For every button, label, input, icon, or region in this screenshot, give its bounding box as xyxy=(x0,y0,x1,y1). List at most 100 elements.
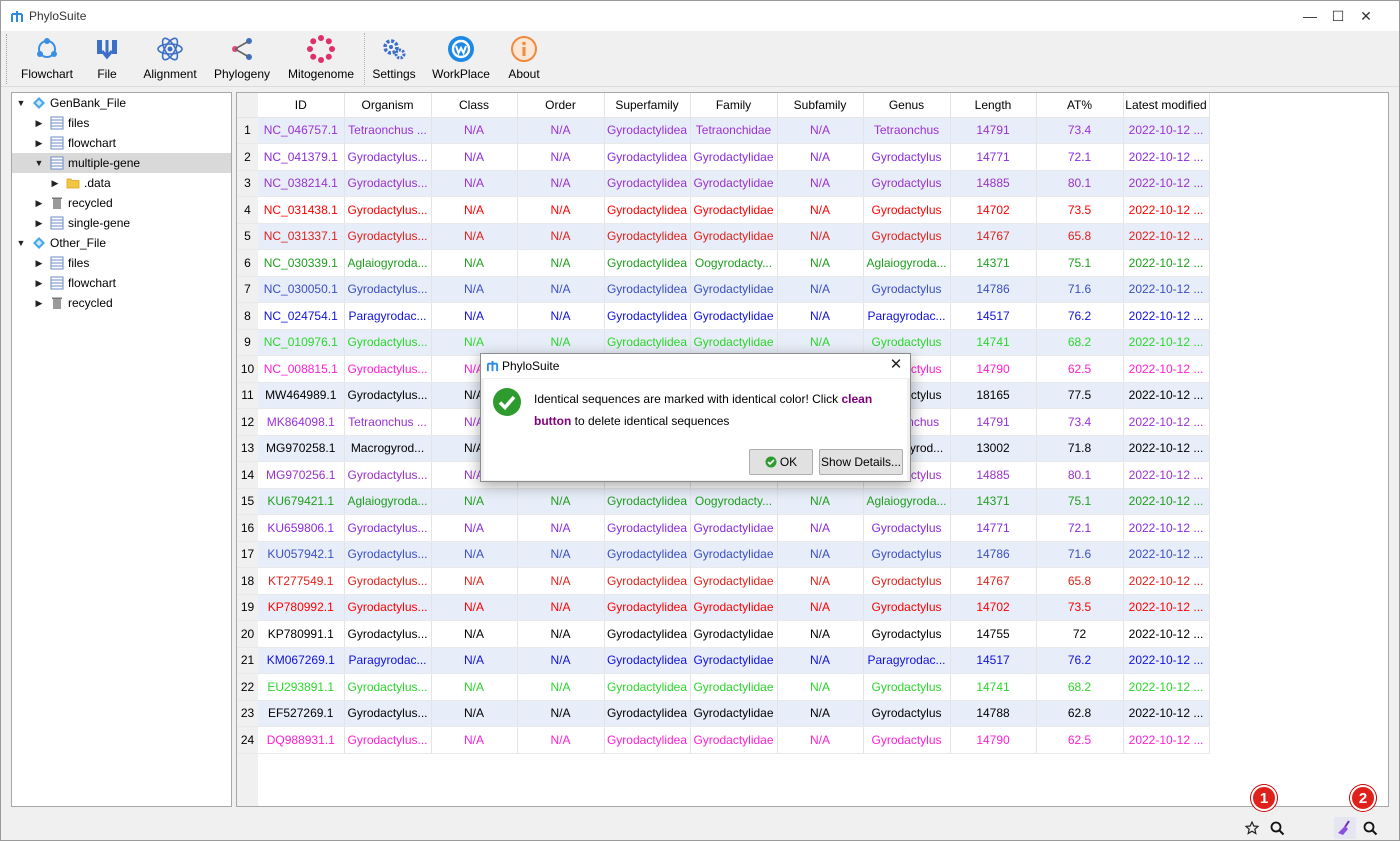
cell-length[interactable]: 14885 xyxy=(950,170,1037,197)
cell-family[interactable]: Gyrodactylidae xyxy=(690,329,778,356)
cell-at[interactable]: 72.1 xyxy=(1036,143,1124,171)
row-number[interactable]: 16 xyxy=(237,514,258,542)
cell-at[interactable]: 62.8 xyxy=(1036,700,1124,727)
collapsed-arrow-icon[interactable]: ▶ xyxy=(34,138,44,149)
search-button-2[interactable] xyxy=(1359,817,1381,839)
tree-item-files[interactable]: ▶ files xyxy=(12,113,231,133)
cell-genus[interactable]: Gyrodactylus xyxy=(863,514,951,542)
cell-length[interactable]: 14791 xyxy=(950,408,1037,436)
cell-organism[interactable]: Gyrodactylus... xyxy=(344,329,432,356)
cell-order[interactable]: N/A xyxy=(517,726,605,754)
ok-button[interactable]: OK xyxy=(749,449,813,475)
header-genus[interactable]: Genus xyxy=(863,93,951,118)
cell-class[interactable]: N/A xyxy=(431,223,518,250)
cell-order[interactable]: N/A xyxy=(517,117,605,144)
cell-id[interactable]: NC_046757.1 xyxy=(258,117,345,144)
cell-family[interactable]: Gyrodactylidae xyxy=(690,594,778,621)
table-row[interactable]: 24 DQ988931.1 Gyrodactylus... N/A N/A Gyrodac… xyxy=(237,726,1210,754)
row-number[interactable]: 2 xyxy=(237,143,258,171)
cell-subfamily[interactable]: N/A xyxy=(777,726,864,754)
cell-organism[interactable]: Paragyrodac... xyxy=(344,302,432,330)
expanded-arrow-icon[interactable]: ▼ xyxy=(16,98,26,108)
cell-at[interactable]: 71.6 xyxy=(1036,541,1124,568)
cell-latest-modified[interactable]: 2022-10-12 ... xyxy=(1123,143,1210,171)
cell-class[interactable]: N/A xyxy=(431,249,518,277)
header-family[interactable]: Family xyxy=(690,93,778,118)
cell-id[interactable]: NC_030339.1 xyxy=(258,249,345,277)
cell-order[interactable]: N/A xyxy=(517,594,605,621)
cell-organism[interactable]: Gyrodactylus... xyxy=(344,170,432,197)
cell-genus[interactable]: Gyrodactylus xyxy=(863,143,951,171)
cell-id[interactable]: NC_038214.1 xyxy=(258,170,345,197)
cell-family[interactable]: Oogyrodacty... xyxy=(690,249,778,277)
header-organism[interactable]: Organism xyxy=(344,93,432,118)
tree-item-other-files[interactable]: ▶ files xyxy=(12,253,231,273)
cell-latest-modified[interactable]: 2022-10-12 ... xyxy=(1123,117,1210,144)
cell-at[interactable]: 71.6 xyxy=(1036,276,1124,303)
collapsed-arrow-icon[interactable]: ▶ xyxy=(34,118,44,129)
table-row[interactable]: 15 KU679421.1 Aglaiogyroda... N/A N/A Gyrodac… xyxy=(237,488,1210,515)
cell-length[interactable]: 14791 xyxy=(950,117,1037,144)
cell-subfamily[interactable]: N/A xyxy=(777,594,864,621)
cell-genus[interactable]: Gyrodactylus xyxy=(863,541,951,568)
cell-length[interactable]: 18165 xyxy=(950,382,1037,409)
cell-superfamily[interactable]: Gyrodactylidea xyxy=(604,196,691,224)
cell-id[interactable]: KP780992.1 xyxy=(258,594,345,621)
cell-order[interactable]: N/A xyxy=(517,673,605,701)
header-id[interactable]: ID xyxy=(258,93,345,118)
cell-superfamily[interactable]: Gyrodactylidea xyxy=(604,249,691,277)
search-button-1[interactable] xyxy=(1266,817,1288,839)
cell-id[interactable]: DQ988931.1 xyxy=(258,726,345,754)
cell-order[interactable]: N/A xyxy=(517,302,605,330)
cell-length[interactable]: 14788 xyxy=(950,700,1037,727)
cell-family[interactable]: Gyrodactylidae xyxy=(690,620,778,648)
cell-subfamily[interactable]: N/A xyxy=(777,223,864,250)
cell-id[interactable]: MW464989.1 xyxy=(258,382,345,409)
cell-superfamily[interactable]: Gyrodactylidea xyxy=(604,567,691,595)
cell-superfamily[interactable]: Gyrodactylidea xyxy=(604,620,691,648)
cell-latest-modified[interactable]: 2022-10-12 ... xyxy=(1123,594,1210,621)
collapsed-arrow-icon[interactable]: ▶ xyxy=(50,178,60,189)
clean-button[interactable] xyxy=(1334,817,1356,839)
tree-item-recycled[interactable]: ▶ recycled xyxy=(12,193,231,213)
row-number[interactable]: 1 xyxy=(237,117,258,144)
cell-organism[interactable]: Gyrodactylus... xyxy=(344,514,432,542)
cell-organism[interactable]: Tetraonchus ... xyxy=(344,408,432,436)
cell-family[interactable]: Gyrodactylidae xyxy=(690,541,778,568)
table-row[interactable]: 20 KP780991.1 Gyrodactylus... N/A N/A Gyrodac… xyxy=(237,620,1210,648)
row-number[interactable]: 19 xyxy=(237,594,258,621)
cell-organism[interactable]: Gyrodactylus... xyxy=(344,567,432,595)
cell-order[interactable]: N/A xyxy=(517,620,605,648)
cell-family[interactable]: Gyrodactylidae xyxy=(690,170,778,197)
cell-id[interactable]: KU679421.1 xyxy=(258,488,345,515)
cell-organism[interactable]: Gyrodactylus... xyxy=(344,541,432,568)
dialog-close-button[interactable]: ✕ xyxy=(886,355,906,375)
cell-organism[interactable]: Aglaiogyroda... xyxy=(344,488,432,515)
cell-genus[interactable]: Gyrodactylus xyxy=(863,700,951,727)
row-number[interactable]: 3 xyxy=(237,170,258,197)
tree-item-other-recycled[interactable]: ▶ recycled xyxy=(12,293,231,313)
cell-family[interactable]: Gyrodactylidae xyxy=(690,726,778,754)
row-number[interactable]: 18 xyxy=(237,567,258,595)
cell-id[interactable]: KT277549.1 xyxy=(258,567,345,595)
cell-length[interactable]: 14786 xyxy=(950,276,1037,303)
cell-at[interactable]: 73.4 xyxy=(1036,117,1124,144)
cell-family[interactable]: Tetraonchidae xyxy=(690,117,778,144)
cell-class[interactable]: N/A xyxy=(431,514,518,542)
cell-subfamily[interactable]: N/A xyxy=(777,620,864,648)
cell-family[interactable]: Gyrodactylidae xyxy=(690,514,778,542)
header-latest-modified[interactable]: Latest modified xyxy=(1123,93,1210,118)
cell-organism[interactable]: Gyrodactylus... xyxy=(344,461,432,489)
cell-subfamily[interactable]: N/A xyxy=(777,196,864,224)
tree-item-multiple-gene[interactable]: ▼ multiple-gene xyxy=(12,153,231,173)
cell-subfamily[interactable]: N/A xyxy=(777,567,864,595)
tree-item-data[interactable]: ▶ .data xyxy=(12,173,231,193)
cell-at[interactable]: 71.8 xyxy=(1036,435,1124,462)
cell-superfamily[interactable]: Gyrodactylidea xyxy=(604,594,691,621)
cell-family[interactable]: Gyrodactylidae xyxy=(690,223,778,250)
cell-genus[interactable]: Aglaiogyroda... xyxy=(863,488,951,515)
close-window-button[interactable]: ✕ xyxy=(1343,1,1389,31)
cell-latest-modified[interactable]: 2022-10-12 ... xyxy=(1123,435,1210,462)
cell-subfamily[interactable]: N/A xyxy=(777,541,864,568)
cell-organism[interactable]: Aglaiogyroda... xyxy=(344,249,432,277)
